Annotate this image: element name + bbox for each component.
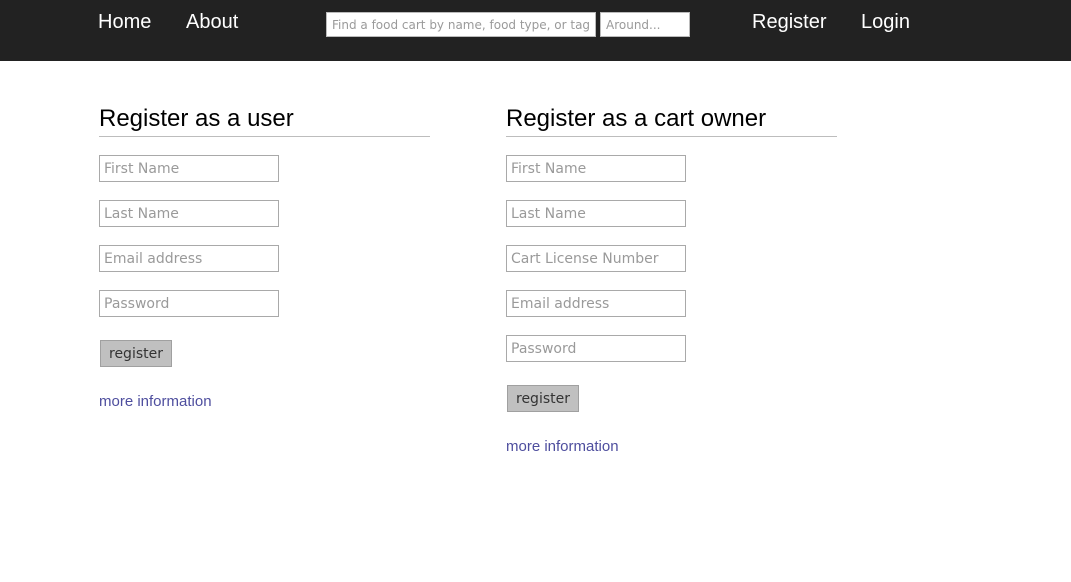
location-input[interactable] [600,12,690,37]
cart-license-field[interactable] [506,245,686,272]
owner-first-name-field[interactable] [506,155,686,182]
user-first-name-field[interactable] [99,155,279,182]
owner-password-field[interactable] [506,335,686,362]
owner-form-title: Register as a cart owner [506,104,837,137]
owner-email-field[interactable] [506,290,686,317]
nav-register-link[interactable]: Register [752,10,826,34]
nav-login-link[interactable]: Login [861,10,910,34]
user-register-button[interactable]: register [100,340,172,367]
owner-registration-form: Register as a cart owner register more i… [506,104,837,456]
search-input[interactable] [326,12,596,37]
user-more-information-link[interactable]: more information [99,393,212,411]
nav-about-link[interactable]: About [186,10,238,34]
nav-home-link[interactable]: Home [98,10,151,34]
top-navbar: Home About Register Login [0,0,1071,61]
user-last-name-field[interactable] [99,200,279,227]
owner-more-information-link[interactable]: more information [506,438,619,456]
user-password-field[interactable] [99,290,279,317]
user-registration-form: Register as a user register more informa… [99,104,430,411]
owner-register-button[interactable]: register [507,385,579,412]
user-email-field[interactable] [99,245,279,272]
owner-last-name-field[interactable] [506,200,686,227]
user-form-title: Register as a user [99,104,430,137]
